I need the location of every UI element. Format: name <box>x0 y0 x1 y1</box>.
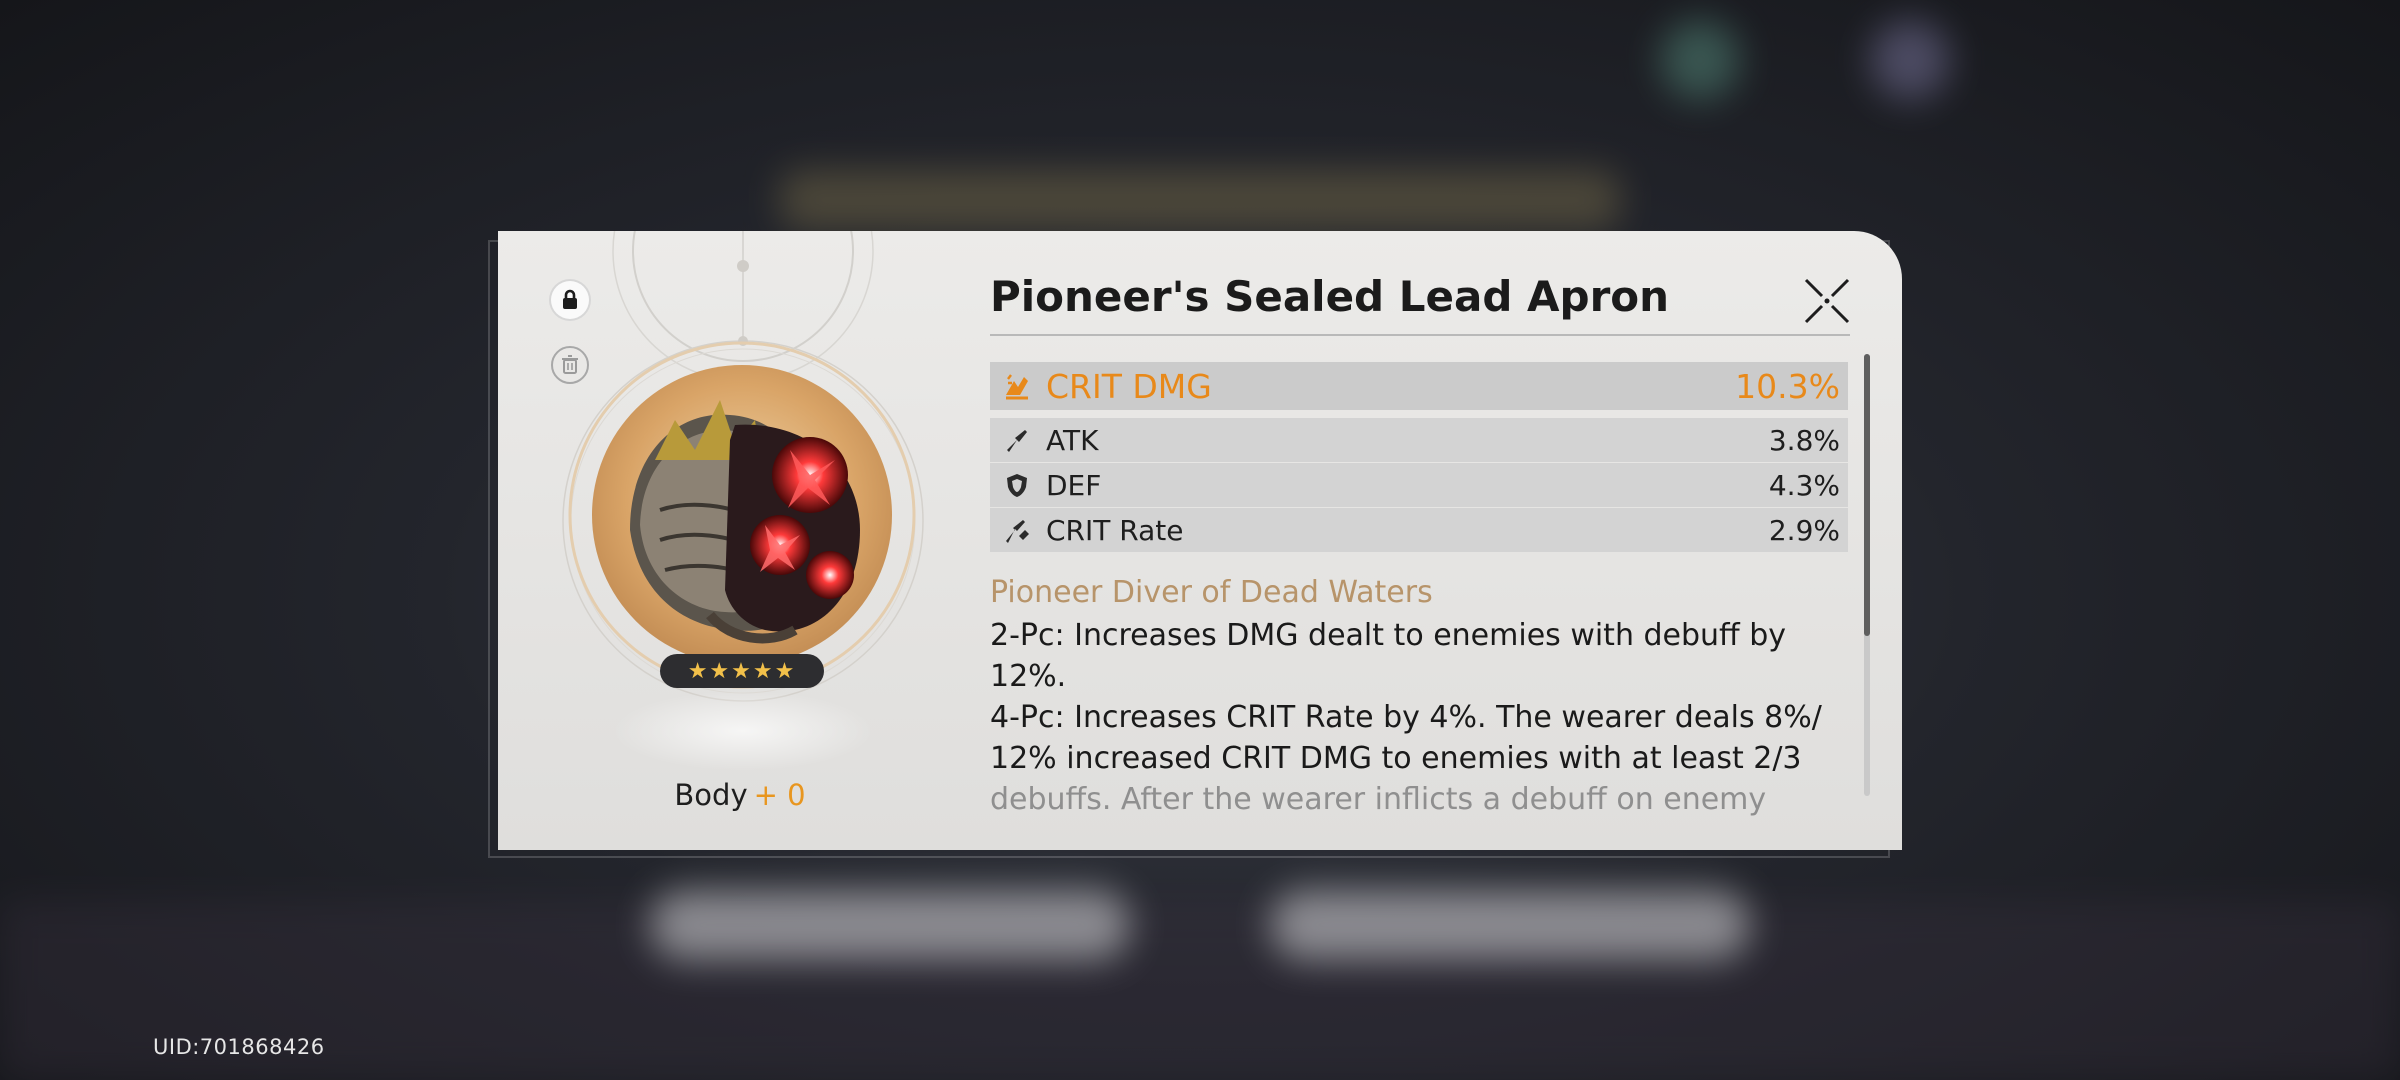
piece-name: Body <box>674 778 748 812</box>
sub-stat-row: DEF 4.3% <box>990 463 1848 507</box>
sub-stat-value: 4.3% <box>1768 468 1840 502</box>
stats-list: CRIT DMG 10.3% ATK 3.8% DEF 4.3% CRIT Ra… <box>990 362 1848 553</box>
background-button-1 <box>650 890 1130 960</box>
background-avatar-2 <box>1870 20 1950 100</box>
background-glow <box>780 170 1620 230</box>
close-button[interactable] <box>1800 274 1854 328</box>
sub-stat-row: CRIT Rate 2.9% <box>990 508 1848 552</box>
close-icon <box>1804 278 1850 324</box>
sub-stat-name: ATK <box>1046 423 1099 457</box>
sub-stat-value: 2.9% <box>1768 513 1840 547</box>
sub-stat-row: ATK 3.8% <box>990 418 1848 462</box>
title-divider <box>990 334 1850 336</box>
sub-stat-name: CRIT Rate <box>1046 513 1184 547</box>
scrollbar-thumb[interactable] <box>1864 354 1870 636</box>
background-avatar-1 <box>1660 20 1740 100</box>
lock-icon <box>563 289 577 309</box>
main-stat-name: CRIT DMG <box>1046 366 1212 406</box>
atk-icon <box>1000 423 1034 457</box>
set-bonus-4pc: 4-Pc: Increases CRIT Rate by 4%. The wea… <box>990 700 1822 776</box>
sub-stat-name: DEF <box>1046 468 1102 502</box>
main-stat-row: CRIT DMG 10.3% <box>990 362 1848 410</box>
crit-rate-icon <box>1000 513 1034 547</box>
relic-title: Pioneer's Sealed Lead Apron <box>990 272 1670 321</box>
set-bonus-4pc-continued: debuffs. After the wearer inflicts a deb… <box>990 782 1767 817</box>
relic-level: + 0 <box>753 778 806 812</box>
relic-image <box>568 341 916 689</box>
crit-dmg-icon <box>1000 369 1034 403</box>
rarity-stars: ★★★★★ <box>660 654 824 688</box>
set-name: Pioneer Diver of Dead Waters <box>990 575 1433 610</box>
main-stat-value: 10.3% <box>1735 366 1840 406</box>
sub-stat-value: 3.8% <box>1768 423 1840 457</box>
set-bonus-2pc: 2-Pc: Increases DMG dealt to enemies wit… <box>990 618 1787 694</box>
lock-button[interactable] <box>551 281 589 319</box>
def-icon <box>1000 468 1034 502</box>
piece-type-label: Body + 0 <box>640 778 840 812</box>
background-blur <box>0 900 2400 1080</box>
set-description[interactable]: 2-Pc: Increases DMG dealt to enemies wit… <box>990 615 1850 825</box>
uid-label: UID:701868426 <box>153 1035 325 1059</box>
background-button-2 <box>1270 890 1750 960</box>
